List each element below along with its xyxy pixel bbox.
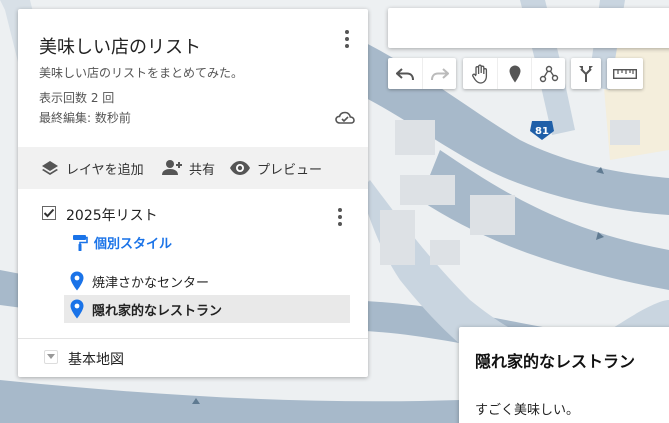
layer-visibility-checkbox[interactable]	[42, 206, 56, 220]
place-info-card: 隠れ家的なレストラン すごく美味しい。	[459, 327, 669, 423]
map-pin-icon	[70, 271, 84, 291]
cloud-saved-icon	[335, 111, 355, 124]
redo-button[interactable]	[422, 58, 456, 89]
kebab-dot	[345, 44, 349, 48]
share-label: 共有	[189, 162, 216, 178]
preview-label: プレビュー	[257, 162, 323, 178]
layer-name[interactable]: 2025年リスト	[66, 205, 158, 225]
kebab-dot	[338, 222, 342, 226]
drawing-tools-group	[463, 58, 565, 89]
kebab-dot	[338, 208, 342, 212]
base-map-expand-toggle[interactable]	[44, 350, 58, 364]
map-editor-panel: 美味しい店のリスト 美味しい店のリストをまとめてみた。 表示回数 2 回 最終編…	[18, 9, 368, 377]
directions-button[interactable]	[571, 58, 601, 89]
undo-redo-group	[388, 58, 456, 89]
layer-options-button[interactable]	[330, 205, 350, 229]
place-label: 焼津さかなセンター	[92, 275, 210, 291]
last-edited: 最終編集: 数秒前	[39, 111, 131, 125]
preview-button[interactable]: プレビュー	[229, 147, 322, 189]
view-count: 表示回数 2 回	[39, 91, 115, 105]
undo-icon	[396, 67, 414, 80]
ruler-icon	[613, 68, 637, 79]
undo-button[interactable]	[388, 58, 422, 89]
kebab-dot	[345, 30, 349, 34]
route-badge-label: 81	[535, 126, 549, 137]
eye-icon	[230, 161, 250, 175]
individual-style-label: 個別スタイル	[94, 237, 173, 252]
map-description[interactable]: 美味しい店のリストをまとめてみた。	[39, 64, 243, 81]
panel-toolbar: レイヤを追加 共有 プレビュー	[18, 147, 368, 189]
search-box[interactable]	[388, 8, 669, 48]
measure-button[interactable]	[607, 58, 643, 89]
individual-style-link[interactable]: 個別スタイル	[72, 233, 172, 252]
hand-tool-button[interactable]	[463, 58, 497, 89]
map-options-button[interactable]	[337, 27, 357, 51]
layers-icon	[42, 161, 58, 175]
add-person-icon	[162, 160, 182, 175]
share-button[interactable]: 共有	[161, 147, 215, 189]
map-title[interactable]: 美味しい店のリスト	[39, 33, 201, 59]
kebab-dot	[345, 37, 349, 41]
map-pin-icon	[70, 299, 84, 319]
info-card-description: すごく美味しい。	[475, 403, 580, 418]
triangle-down-icon	[47, 354, 55, 359]
divider	[18, 338, 368, 339]
add-layer-label: レイヤを追加	[66, 162, 144, 178]
add-layer-button[interactable]: レイヤを追加	[40, 147, 144, 189]
kebab-dot	[338, 215, 342, 219]
place-label: 隠れ家的なレストラン	[92, 303, 223, 319]
base-map-label[interactable]: 基本地図	[68, 349, 124, 369]
marker-icon	[509, 65, 520, 82]
hand-icon	[472, 64, 488, 84]
place-item[interactable]: 焼津さかなセンター	[64, 267, 350, 295]
info-card-title: 隠れ家的なレストラン	[475, 352, 636, 371]
draw-line-button[interactable]	[531, 58, 565, 89]
directions-icon	[579, 65, 593, 82]
place-item-selected[interactable]: 隠れ家的なレストラン	[64, 295, 350, 323]
add-marker-button[interactable]	[497, 58, 531, 89]
line-icon	[539, 65, 558, 82]
paint-roller-icon	[73, 234, 88, 251]
redo-icon	[430, 67, 449, 80]
